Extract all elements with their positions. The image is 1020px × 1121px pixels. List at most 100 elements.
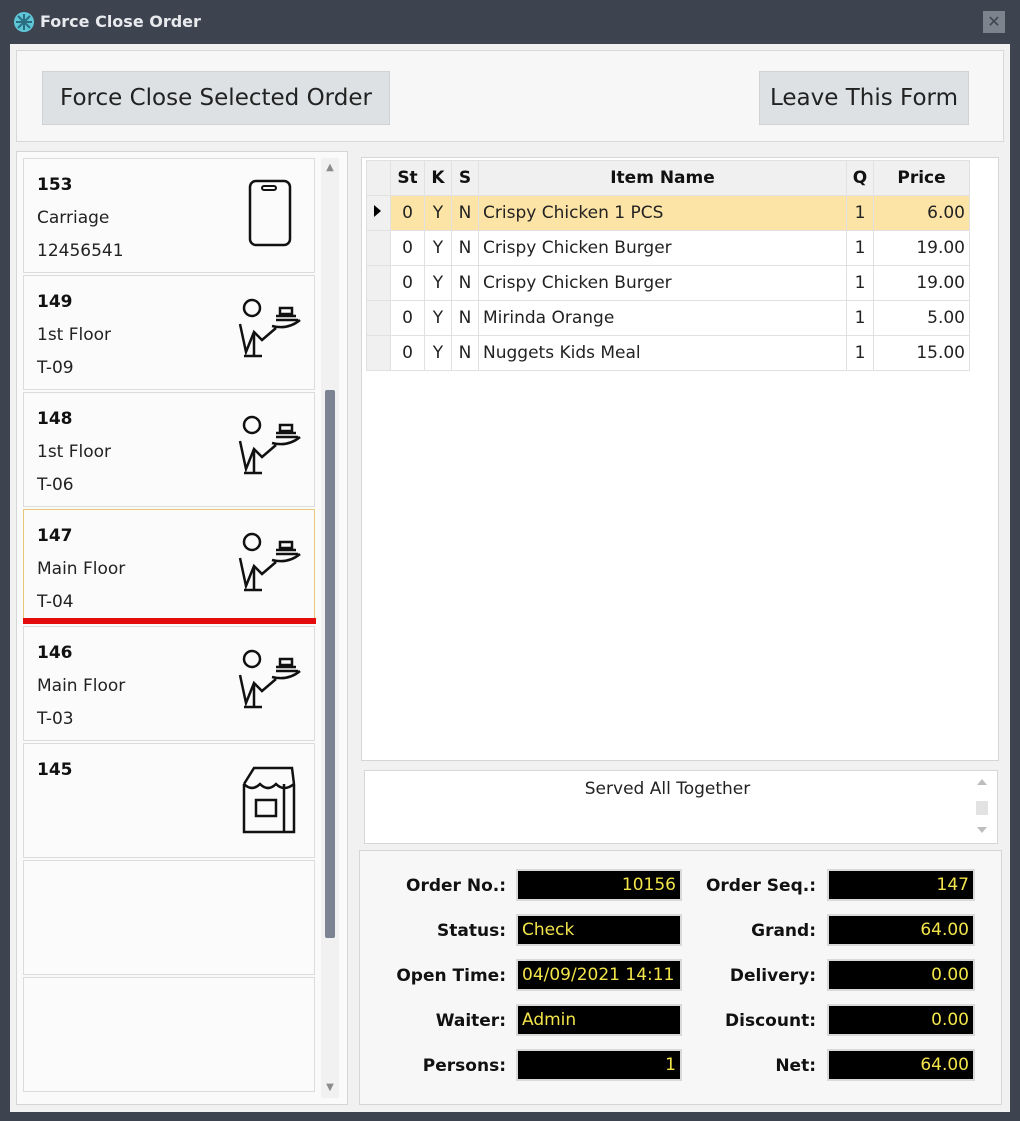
waiter-icon [238, 415, 301, 475]
cell-st: 0 [390, 335, 425, 371]
order-card[interactable]: 145 [23, 743, 315, 858]
table-row[interactable]: 0 Y N Mirinda Orange 1 5.00 [366, 300, 970, 336]
row-selector-icon [366, 195, 391, 231]
cell-q: 1 [846, 230, 874, 266]
cell-s: N [451, 335, 479, 371]
column-header-price[interactable]: Price [873, 160, 970, 196]
waiter-label: Waiter: [435, 1011, 506, 1031]
order-detail: 12456541 [37, 241, 124, 261]
takeaway-bag-icon [242, 766, 296, 834]
row-header [366, 230, 391, 266]
persons-value: 1 [516, 1049, 682, 1081]
row-header [366, 265, 391, 301]
phone-icon [248, 179, 292, 247]
cell-k: Y [424, 300, 452, 336]
cell-price: 19.00 [873, 265, 970, 301]
column-header-k[interactable]: K [424, 160, 452, 196]
cell-price: 6.00 [873, 195, 970, 231]
row-header-corner [366, 160, 391, 196]
grand-label: Grand: [751, 921, 816, 941]
cell-s: N [451, 300, 479, 336]
cell-price: 5.00 [873, 300, 970, 336]
title-bar: Force Close Order ✕ [0, 0, 1020, 44]
order-card-selected[interactable]: 147 Main Floor T-04 [23, 509, 315, 624]
status-label: Status: [437, 921, 506, 941]
order-detail: T-06 [37, 475, 74, 495]
grand-value: 64.00 [827, 914, 975, 946]
order-card[interactable]: 149 1st Floor T-09 [23, 275, 315, 390]
order-number: 146 [37, 643, 73, 663]
status-value: Check [516, 914, 682, 946]
waiter-value: Admin [516, 1004, 682, 1036]
cell-q: 1 [846, 265, 874, 301]
leave-form-button[interactable]: Leave This Form [759, 71, 969, 125]
column-header-st[interactable]: St [390, 160, 425, 196]
cell-st: 0 [390, 265, 425, 301]
cell-item-name: Nuggets Kids Meal [478, 335, 847, 371]
order-seq-label: Order Seq.: [705, 876, 816, 896]
force-close-order-window: Force Close Order ✕ Force Close Selected… [0, 0, 1020, 1121]
order-detail: T-03 [37, 709, 74, 729]
cell-item-name: Crispy Chicken Burger [478, 265, 847, 301]
order-no-value: 10156 [516, 869, 682, 901]
empty-order-slot [23, 860, 315, 975]
order-detail: T-09 [37, 358, 74, 378]
order-note-box[interactable]: Served All Together [364, 770, 998, 844]
order-number: 145 [37, 760, 73, 780]
cell-price: 19.00 [873, 230, 970, 266]
cell-k: Y [424, 230, 452, 266]
order-items-grid-panel: St K S Item Name Q Price 0 Y N Crispy Ch… [361, 157, 999, 761]
discount-label: Discount: [725, 1011, 816, 1031]
cell-k: Y [424, 195, 452, 231]
app-logo-icon [14, 12, 34, 32]
scroll-up-icon[interactable]: ▲ [324, 162, 336, 174]
waiter-icon [238, 649, 301, 709]
toolbar: Force Close Selected Order Leave This Fo… [16, 50, 1004, 142]
cell-price: 15.00 [873, 335, 970, 371]
scrollbar-thumb[interactable] [325, 390, 335, 938]
order-location: Main Floor [37, 559, 126, 579]
selected-order-marker [23, 618, 316, 624]
column-header-item-name[interactable]: Item Name [478, 160, 847, 196]
cell-q: 1 [846, 335, 874, 371]
close-icon[interactable]: ✕ [983, 11, 1005, 33]
discount-value: 0.00 [827, 1004, 975, 1036]
net-label: Net: [775, 1056, 816, 1076]
order-card[interactable]: 153 Carriage 12456541 [23, 158, 315, 273]
cell-item-name: Crispy Chicken 1 PCS [478, 195, 847, 231]
scroll-down-icon[interactable]: ▼ [324, 1082, 336, 1094]
order-list-scrollbar[interactable]: ▲ ▼ [321, 158, 339, 1098]
table-row[interactable]: 0 Y N Crispy Chicken Burger 1 19.00 [366, 230, 970, 266]
table-row[interactable]: 0 Y N Crispy Chicken Burger 1 19.00 [366, 265, 970, 301]
order-detail: T-04 [37, 592, 74, 612]
cell-s: N [451, 230, 479, 266]
window-title: Force Close Order [40, 12, 201, 31]
net-value: 64.00 [827, 1049, 975, 1081]
cell-item-name: Mirinda Orange [478, 300, 847, 336]
table-row[interactable]: 0 Y N Nuggets Kids Meal 1 15.00 [366, 335, 970, 371]
row-header [366, 335, 391, 371]
waiter-icon [238, 298, 301, 358]
cell-s: N [451, 195, 479, 231]
cell-item-name: Crispy Chicken Burger [478, 230, 847, 266]
column-header-s[interactable]: S [451, 160, 479, 196]
order-no-label: Order No.: [406, 876, 506, 896]
force-close-button[interactable]: Force Close Selected Order [42, 71, 390, 125]
cell-st: 0 [390, 230, 425, 266]
order-number: 149 [37, 292, 73, 312]
order-note-text: Served All Together [584, 779, 751, 799]
order-location: 1st Floor [37, 442, 112, 462]
note-scrollbar[interactable] [971, 773, 993, 839]
order-items-grid: St K S Item Name Q Price 0 Y N Crispy Ch… [366, 160, 970, 371]
column-header-q[interactable]: Q [846, 160, 874, 196]
cell-k: Y [424, 265, 452, 301]
order-number: 153 [37, 175, 73, 195]
delivery-value: 0.00 [827, 959, 975, 991]
order-location: Carriage [37, 208, 110, 228]
order-card[interactable]: 146 Main Floor T-03 [23, 626, 315, 741]
order-location: 1st Floor [37, 325, 112, 345]
table-row-selected[interactable]: 0 Y N Crispy Chicken 1 PCS 1 6.00 [366, 195, 970, 231]
order-card[interactable]: 148 1st Floor T-06 [23, 392, 315, 507]
empty-order-slot [23, 977, 315, 1092]
row-header [366, 300, 391, 336]
